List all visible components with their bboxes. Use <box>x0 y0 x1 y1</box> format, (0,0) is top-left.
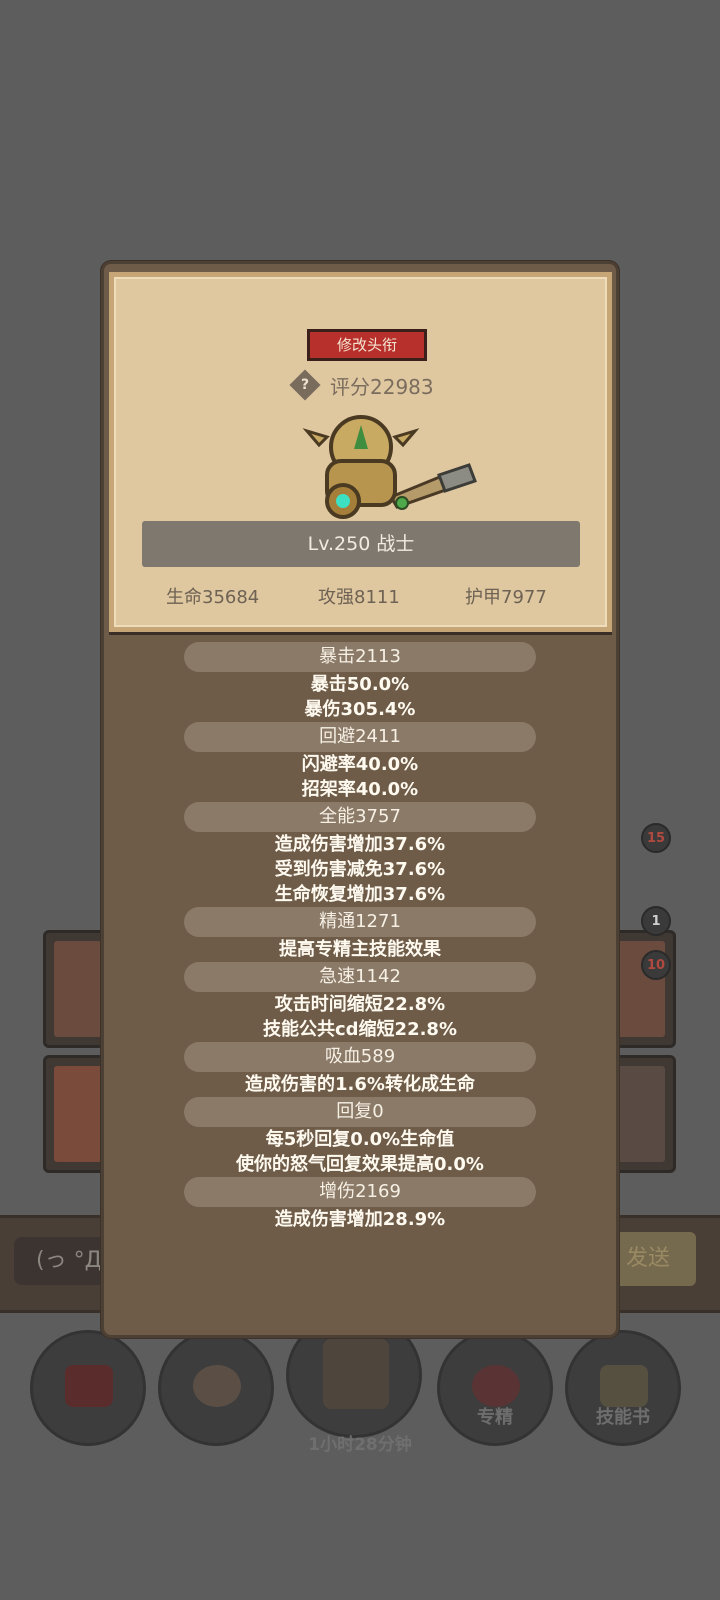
stat-group-haste: 急速1142 攻击时间缩短22.8% 技能公共cd缩短22.8% <box>104 962 616 1042</box>
stat-header: 增伤2169 <box>184 1177 536 1207</box>
stat-line: 技能公共cd缩短22.8% <box>262 1019 457 1040</box>
stat-header: 暴击2113 <box>184 642 536 672</box>
stat-line: 暴击50.0% <box>310 674 410 695</box>
skill-book-button[interactable]: 技能书 <box>565 1330 681 1446</box>
bread-icon <box>193 1365 241 1407</box>
count-badge: 1 <box>641 906 671 936</box>
detailed-stats-list: 暴击2113 暴击50.0% 暴伤305.4% 回避2411 闪避率40.0% … <box>104 642 616 1232</box>
potion-icon <box>65 1365 113 1407</box>
stat-header: 回避2411 <box>184 722 536 752</box>
hp-stat: 生命35684 <box>166 587 260 608</box>
stat-header: 精通1271 <box>184 907 536 937</box>
stat-header: 回复0 <box>184 1097 536 1127</box>
stat-line: 闪避率40.0% <box>301 754 419 775</box>
help-icon[interactable]: ? <box>289 369 321 401</box>
specialization-button[interactable]: 专精 <box>437 1330 553 1446</box>
stat-header: 全能3757 <box>184 802 536 832</box>
stat-group-regen: 回复0 每5秒回复0.0%生命值 使你的怒气回复效果提高0.0% <box>104 1097 616 1177</box>
stat-line: 造成伤害增加28.9% <box>274 1209 446 1230</box>
stat-line: 造成伤害的1.6%转化成生命 <box>245 1074 475 1095</box>
stat-line: 生命恢复增加37.6% <box>274 884 446 905</box>
stat-line: 招架率40.0% <box>301 779 419 800</box>
bread-button[interactable] <box>158 1330 274 1446</box>
count-badge: 10 <box>641 950 671 980</box>
level-class-bar: Lv.250 战士 <box>142 521 580 567</box>
character-header-card: 修改头衔 ? 评分22983 Lv.250 战士 生命35684 攻强8111 … <box>109 272 612 632</box>
character-stats-popup: 修改头衔 ? 评分22983 Lv.250 战士 生命35684 攻强8111 … <box>101 261 619 1338</box>
score-value: 评分22983 <box>330 374 434 399</box>
stat-line: 造成伤害增加37.6% <box>274 834 446 855</box>
stat-group-damage-bonus: 增伤2169 造成伤害增加28.9% <box>104 1177 616 1232</box>
stat-group-crit: 暴击2113 暴击50.0% 暴伤305.4% <box>104 642 616 722</box>
chest-icon <box>323 1339 389 1409</box>
stat-line: 攻击时间缩短22.8% <box>274 994 446 1015</box>
attack-stat: 攻强8111 <box>318 587 400 608</box>
stat-line: 受到伤害减免37.6% <box>274 859 446 880</box>
stat-group-versatility: 全能3757 造成伤害增加37.6% 受到伤害减免37.6% 生命恢复增加37.… <box>104 802 616 907</box>
chest-timer: 1小时28分钟 <box>308 1435 412 1455</box>
warrior-portrait <box>302 415 477 519</box>
book-icon <box>600 1365 648 1407</box>
target-icon <box>472 1365 520 1407</box>
stat-group-mastery: 精通1271 提高专精主技能效果 <box>104 907 616 962</box>
stat-group-lifesteal: 吸血589 造成伤害的1.6%转化成生命 <box>104 1042 616 1097</box>
stat-header: 吸血589 <box>184 1042 536 1072</box>
armor-stat: 护甲7977 <box>465 587 547 608</box>
score-row: ? 评分22983 <box>289 367 434 403</box>
stat-line: 提高专精主技能效果 <box>279 939 441 960</box>
stat-line: 每5秒回复0.0%生命值 <box>265 1129 455 1150</box>
stat-line: 使你的怒气回复效果提高0.0% <box>236 1154 484 1175</box>
stat-line: 暴伤305.4% <box>304 699 416 720</box>
change-title-button[interactable]: 修改头衔 <box>307 329 427 361</box>
basic-stats-row: 生命35684 攻强8111 护甲7977 <box>134 579 584 611</box>
stat-group-evasion: 回避2411 闪避率40.0% 招架率40.0% <box>104 722 616 802</box>
stat-header: 急速1142 <box>184 962 536 992</box>
inventory-button[interactable] <box>30 1330 146 1446</box>
count-badge: 15 <box>641 823 671 853</box>
